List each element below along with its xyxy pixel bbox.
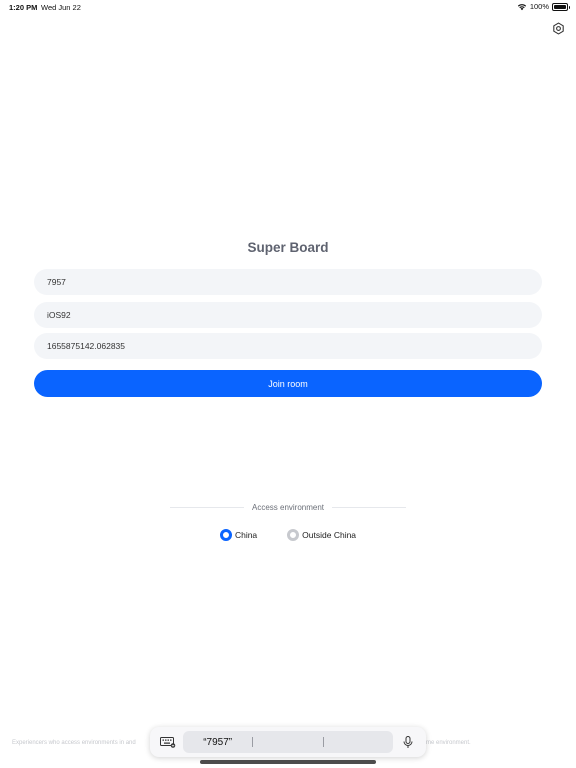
access-environment-header: Access environment [170, 501, 406, 513]
status-time: 1:20 PM [9, 3, 38, 12]
radio-unselected-icon [287, 529, 300, 541]
keyboard-button[interactable] [160, 736, 176, 748]
battery-icon [552, 2, 570, 11]
access-environment-label: Access environment [251, 502, 325, 512]
page-title: Super Board [247, 240, 329, 255]
suggestion-item[interactable]: “7957” [183, 731, 252, 753]
radio-label-outside-china: Outside China [302, 530, 357, 540]
status-bar: 1:20 PM Wed Jun 22 100% [0, 0, 576, 16]
suggestion-item[interactable] [253, 731, 322, 753]
wifi-icon [517, 3, 526, 10]
settings-button[interactable] [550, 20, 566, 36]
divider-left [170, 506, 244, 508]
gear-icon [552, 22, 564, 34]
suggestion-item[interactable] [324, 731, 393, 753]
radio-label-china: China [234, 530, 258, 540]
screen: 1:20 PM Wed Jun 22 100% Super Board Join… [0, 0, 576, 768]
status-right: 100% [517, 2, 570, 11]
keyboard-icon [160, 736, 176, 748]
microphone-icon [403, 735, 413, 748]
footer-disclaimer-right: me environment. [426, 740, 471, 746]
home-indicator[interactable] [200, 760, 376, 764]
footer-disclaimer-left: Experiencers who access environments in … [12, 740, 136, 746]
radio-selected-icon [219, 529, 232, 541]
keyboard-shortcut-bar: “7957” [150, 727, 426, 757]
user-name-input[interactable] [34, 302, 542, 328]
room-id-input[interactable] [34, 269, 542, 295]
radio-option-outside-china[interactable]: Outside China [287, 529, 356, 541]
battery-fill [554, 4, 566, 9]
status-date: Wed Jun 22 [41, 3, 81, 12]
dictation-button[interactable] [400, 735, 416, 748]
environment-radio-group: China Outside China [0, 528, 576, 542]
join-room-button[interactable]: Join room [34, 370, 542, 397]
divider-right [332, 506, 406, 508]
suggestion-strip: “7957” [183, 731, 393, 753]
battery-percent: 100% [529, 2, 549, 11]
uid-input[interactable] [34, 333, 542, 359]
radio-option-china[interactable]: China [219, 529, 258, 541]
